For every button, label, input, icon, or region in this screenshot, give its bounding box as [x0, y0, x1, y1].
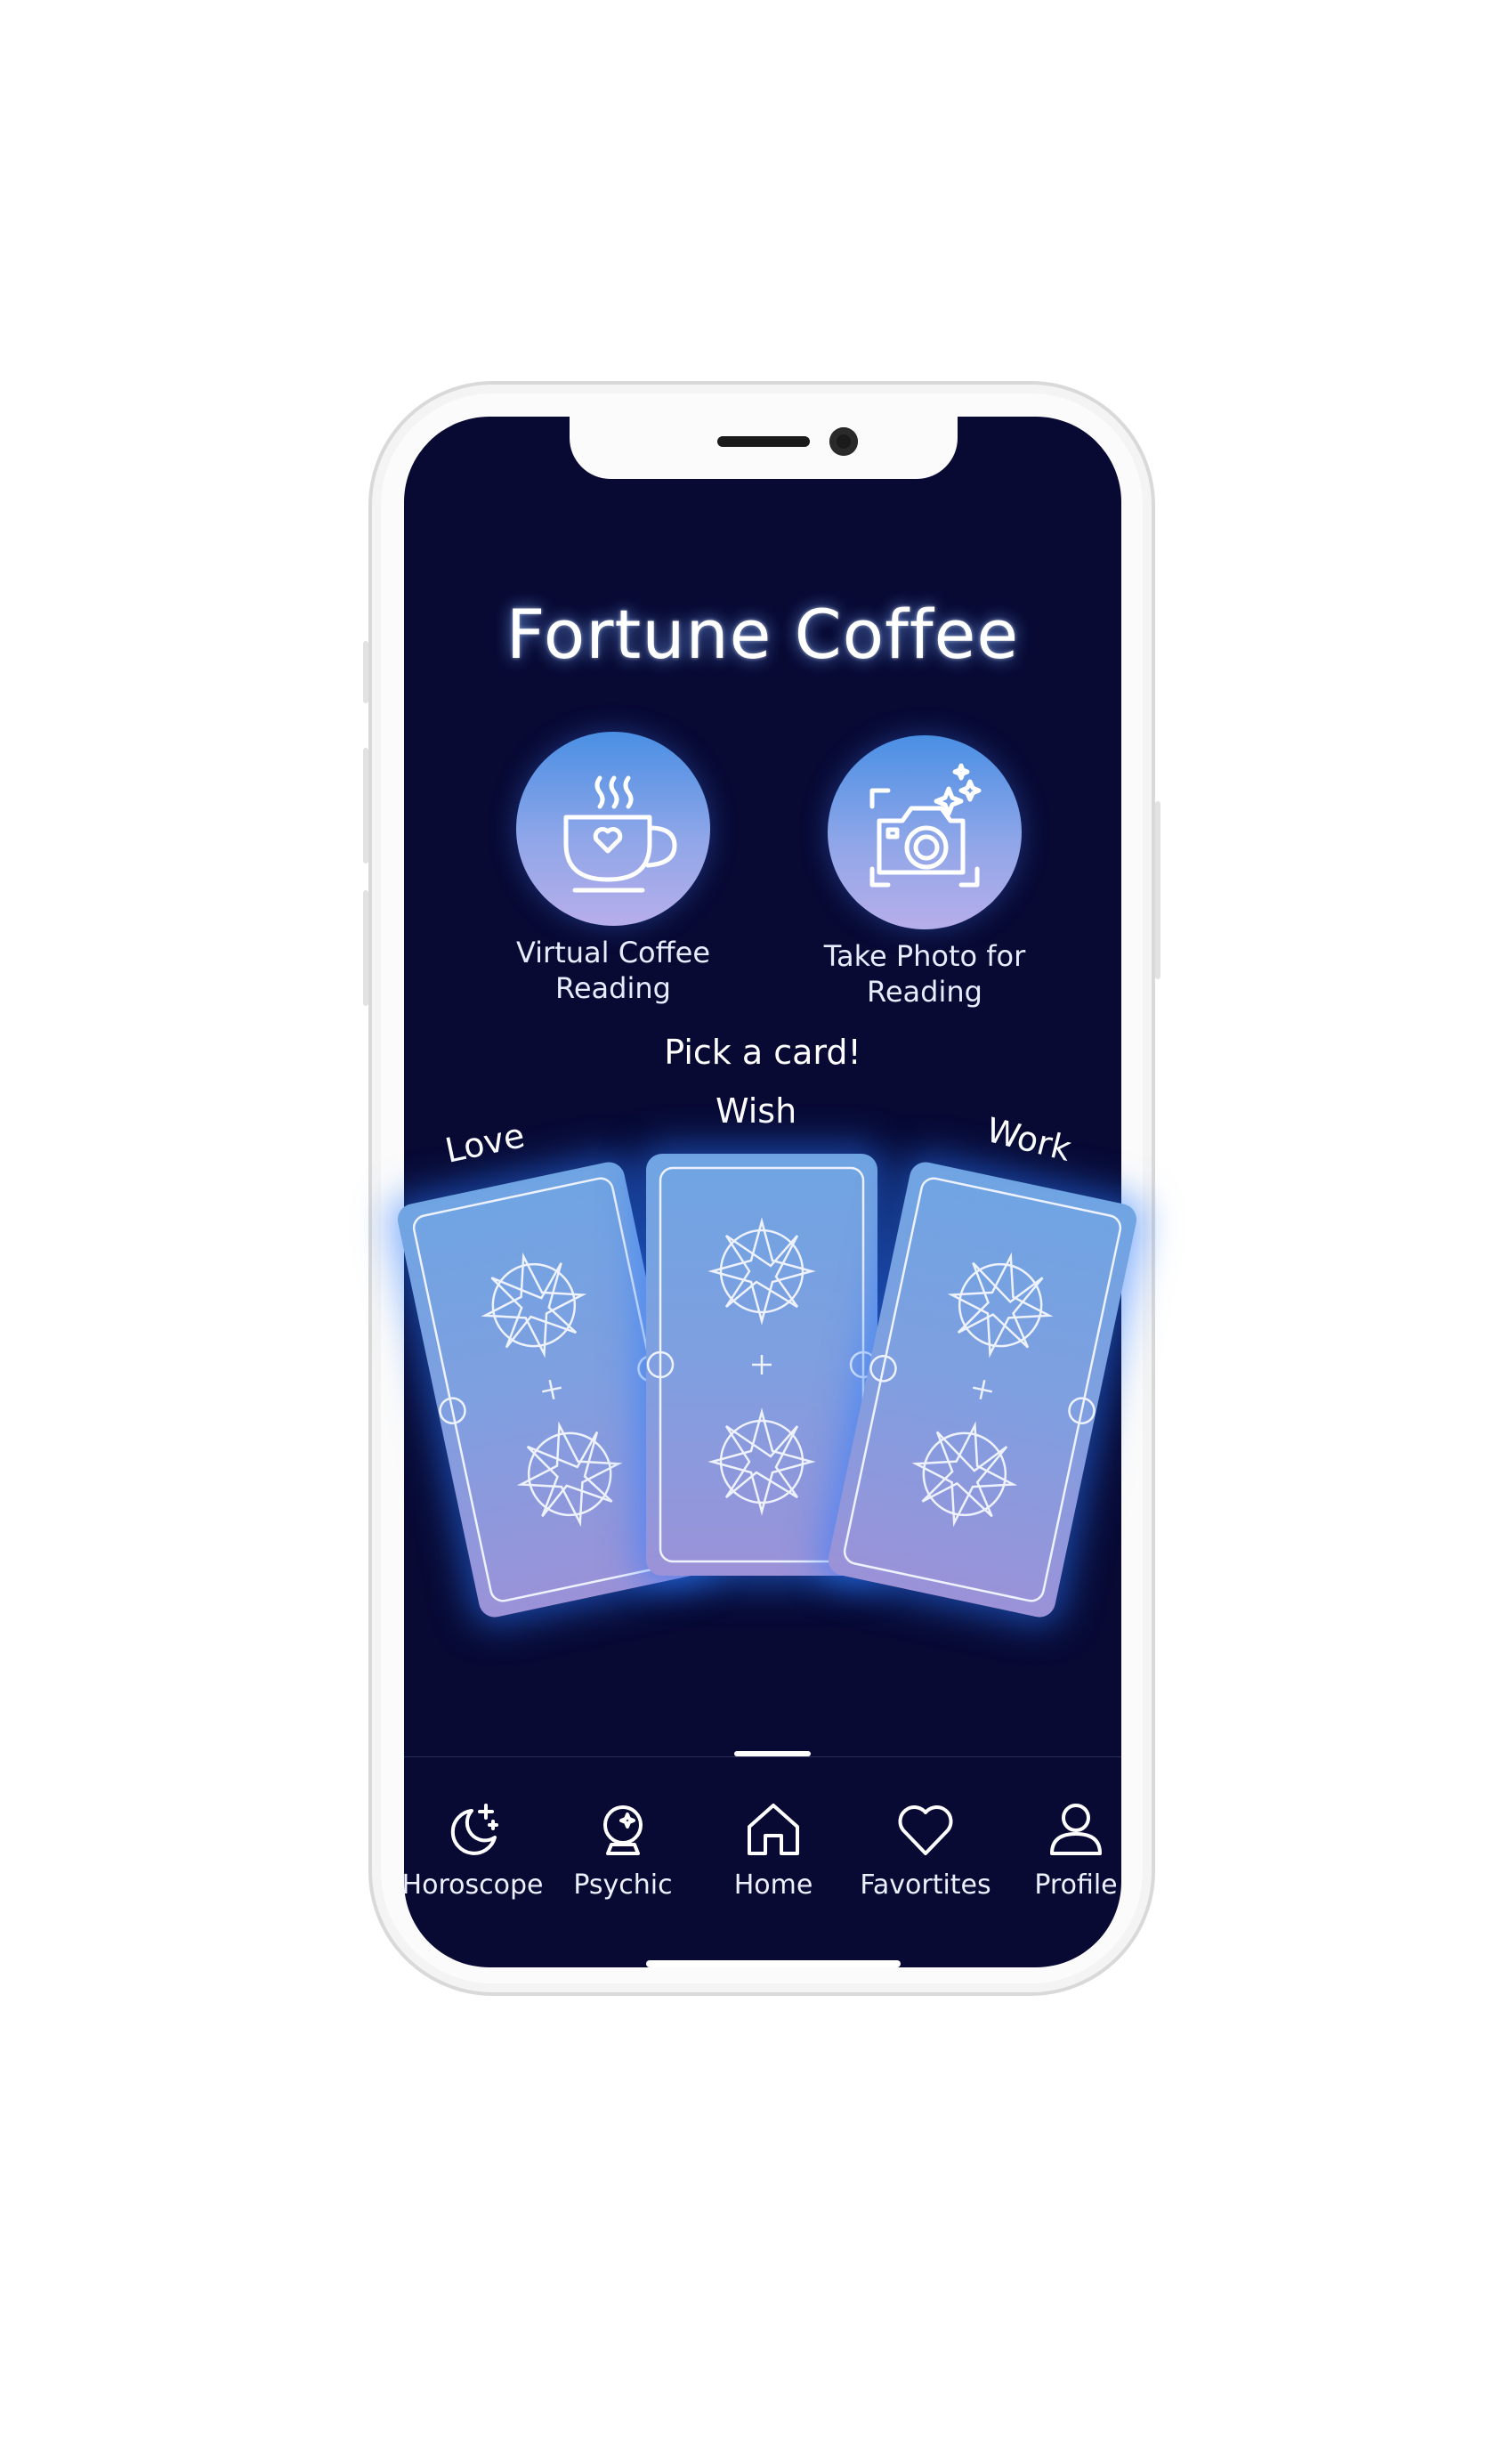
user-icon	[1050, 1804, 1102, 1855]
virtual-coffee-reading-label: Virtual Coffee Reading	[471, 935, 756, 1006]
heart-icon	[898, 1805, 953, 1855]
action-label-line2: Reading	[867, 975, 982, 1009]
card-label-wish: Wish	[716, 1091, 797, 1131]
coffee-cup-icon	[563, 775, 677, 893]
take-photo-reading-button[interactable]	[828, 735, 1022, 929]
take-photo-reading-label: Take Photo for Reading	[782, 938, 1067, 1010]
side-button-volume-down	[363, 890, 368, 1006]
home-indicator-bar[interactable]	[646, 1960, 901, 1967]
pick-card-prompt: Pick a card!	[664, 1033, 861, 1072]
nav-label: Horoscope	[401, 1869, 544, 1901]
nav-label: Home	[733, 1869, 813, 1901]
nav-item-profile[interactable]: Profile	[1000, 1798, 1152, 1901]
nav-label: Profile	[1034, 1869, 1118, 1901]
moon-stars-icon	[450, 1804, 498, 1855]
camera-sparkle-icon	[869, 763, 982, 888]
side-button-power	[1155, 801, 1160, 979]
side-button-silent	[363, 641, 368, 703]
home-icon	[748, 1804, 799, 1855]
virtual-coffee-reading-button[interactable]	[516, 732, 710, 926]
phone-notch	[570, 415, 958, 479]
nav-item-horoscope[interactable]: Horoscope	[397, 1798, 548, 1901]
nav-label: Favortites	[860, 1869, 991, 1901]
action-label-line2: Reading	[555, 971, 671, 1005]
crystal-ball-icon	[603, 1805, 643, 1855]
action-label-line1: Take Photo for	[823, 939, 1026, 973]
nav-item-home[interactable]: Home	[698, 1798, 849, 1901]
side-button-volume-up	[363, 748, 368, 864]
nav-divider	[404, 1756, 1121, 1757]
nav-label: Psychic	[573, 1869, 673, 1901]
nav-item-psychic[interactable]: Psychic	[547, 1798, 699, 1901]
phone-speaker	[717, 436, 810, 447]
app-title: Fortune Coffee	[505, 595, 1020, 674]
front-camera	[829, 427, 858, 456]
nav-item-favorites[interactable]: Favortites	[850, 1798, 1001, 1901]
action-label-line1: Virtual Coffee	[515, 936, 711, 969]
nav-active-indicator	[734, 1751, 811, 1756]
